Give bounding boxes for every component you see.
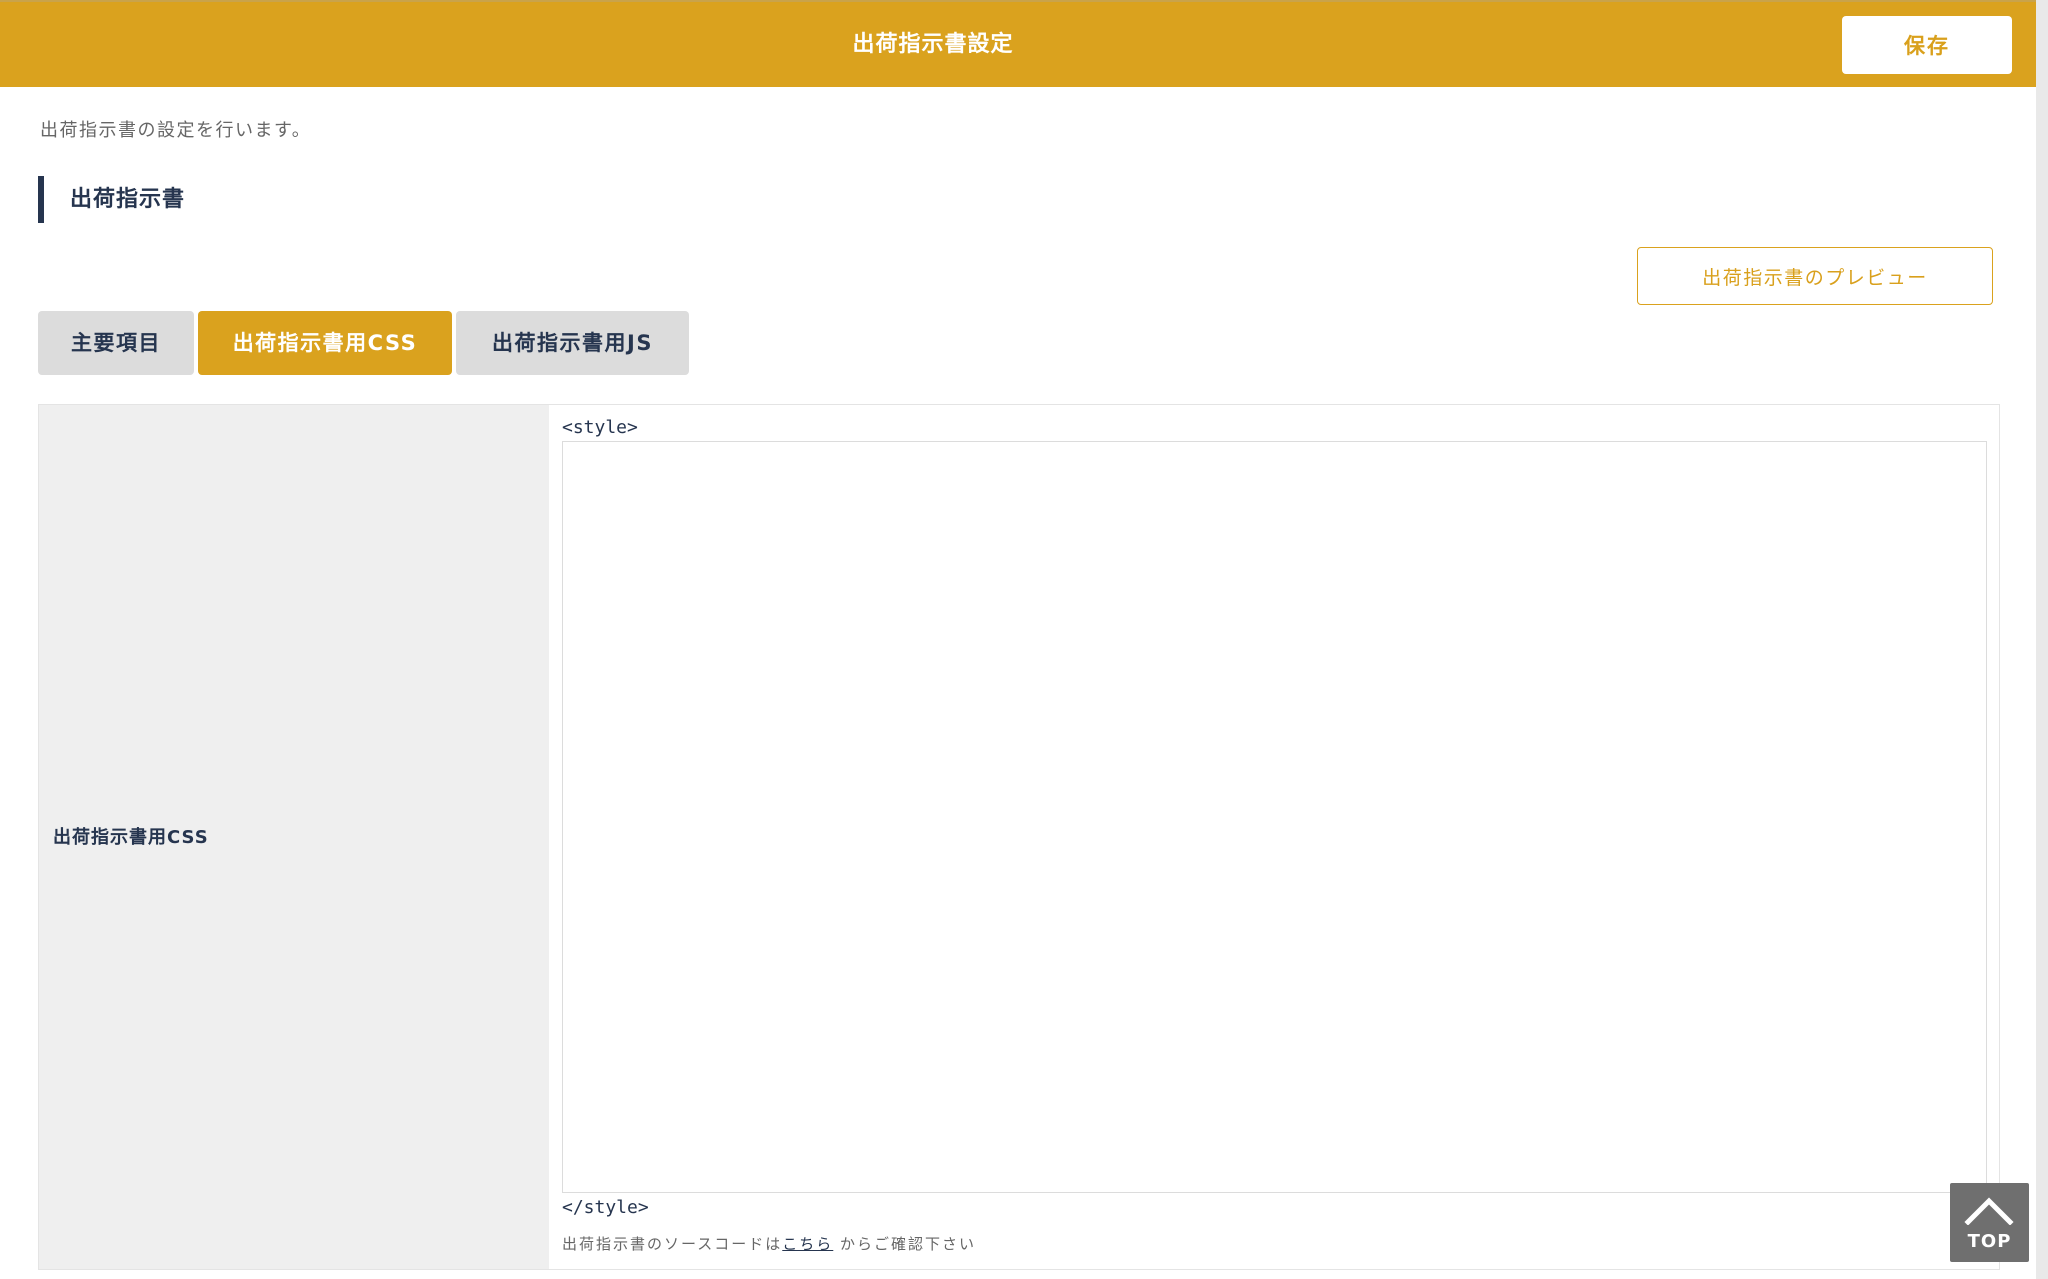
style-open-tag: <style> [562, 417, 638, 438]
source-code-note: 出荷指示書のソースコードはこちら からご確認下さい [562, 1233, 976, 1254]
source-note-suffix: からご確認下さい [833, 1235, 977, 1253]
settings-form: 出荷指示書用CSS <style> </style> 出荷指示書のソースコードは… [38, 404, 2000, 1270]
header-bar: 出荷指示書設定 保存 [0, 0, 2036, 87]
scroll-top-button[interactable]: TOP [1950, 1183, 2029, 1262]
top-label: TOP [1967, 1231, 2012, 1252]
css-field-label: 出荷指示書用CSS [53, 827, 209, 848]
page: 出荷指示書設定 保存 出荷指示書の設定を行います。 出荷指示書 出荷指示書のプレ… [0, 0, 2036, 1279]
page-title: 出荷指示書設定 [852, 32, 1014, 57]
section-title: 出荷指示書 [38, 176, 185, 223]
tab-main-items[interactable]: 主要項目 [38, 311, 194, 375]
preview-button[interactable]: 出荷指示書のプレビュー [1637, 247, 1993, 305]
source-note-prefix: 出荷指示書のソースコードは [562, 1235, 783, 1253]
form-value-cell: <style> </style> 出荷指示書のソースコードはこちら からご確認下… [549, 405, 1999, 1269]
source-code-link[interactable]: こちら [782, 1235, 833, 1253]
page-description: 出荷指示書の設定を行います。 [40, 120, 312, 141]
style-close-tag: </style> [562, 1197, 649, 1218]
chevron-up-icon [1964, 1197, 2014, 1225]
css-textarea[interactable] [562, 441, 1987, 1193]
save-button[interactable]: 保存 [1842, 16, 2012, 74]
form-label-cell: 出荷指示書用CSS [39, 405, 549, 1269]
tab-js[interactable]: 出荷指示書用JS [456, 311, 689, 375]
tab-css[interactable]: 出荷指示書用CSS [198, 311, 452, 375]
